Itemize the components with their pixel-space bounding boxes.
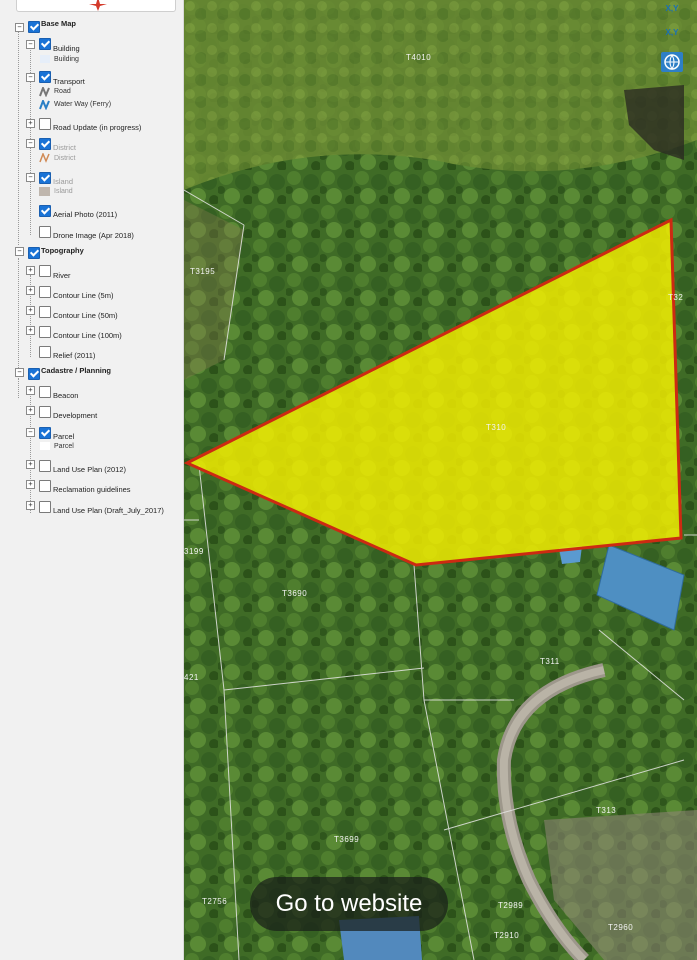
coordinate-pick-button[interactable]: X,Y — [661, 28, 683, 48]
xy-pick-icon: X,Y — [665, 28, 679, 37]
building-label: Building — [53, 44, 80, 53]
island-legend-label: Island — [54, 188, 73, 195]
contour-100m-expand-toggle[interactable]: + — [26, 326, 35, 335]
parcel-legend-label: Parcel — [54, 443, 74, 450]
reclamation-expand-toggle[interactable]: + — [26, 480, 35, 489]
compass-logo-icon — [89, 0, 107, 11]
river-checkbox[interactable] — [39, 265, 51, 277]
building-collapse-toggle[interactable]: − — [26, 40, 35, 49]
road-update-label: Road Update (in progress) — [53, 123, 142, 132]
reclamation-checkbox[interactable] — [39, 480, 51, 492]
base-map-collapse-toggle[interactable]: − — [15, 23, 24, 32]
parcel-label-t310: T310 — [486, 423, 506, 432]
district-collapse-toggle[interactable]: − — [26, 139, 35, 148]
relief-label: Relief (2011) — [53, 351, 96, 360]
district-legend-label: District — [54, 155, 76, 162]
building-checkbox[interactable] — [39, 38, 51, 50]
parcel-legend-swatch — [40, 442, 50, 450]
topography-label: Topography — [41, 246, 84, 255]
parcel-label-t311: T311 — [540, 657, 560, 666]
land-use-2012-label: Land Use Plan (2012) — [53, 465, 126, 474]
parcel-label-421: 421 — [184, 673, 199, 682]
road-legend-icon — [39, 87, 50, 97]
island-collapse-toggle[interactable]: − — [26, 173, 35, 182]
contour-50m-checkbox[interactable] — [39, 306, 51, 318]
map-view[interactable]: T4010 T3195 T310 T32 3199 T3690 T311 421… — [184, 0, 697, 960]
parcel-label-3199: 3199 — [184, 547, 204, 556]
parcel-label-t2960: T2960 — [608, 923, 633, 932]
development-label: Development — [53, 411, 98, 420]
beacon-checkbox[interactable] — [39, 386, 51, 398]
parcel-label-t313: T313 — [596, 806, 616, 815]
building-legend-label: Building — [54, 56, 79, 63]
parcel-label-t2756: T2756 — [202, 897, 227, 906]
parcel-label-t32-edge: T32 — [668, 293, 683, 302]
road-legend-label: Road — [54, 88, 71, 95]
contour-5m-checkbox[interactable] — [39, 286, 51, 298]
parcel-collapse-toggle[interactable]: − — [26, 428, 35, 437]
aerial-photo-label: Aerial Photo (2011) — [53, 210, 118, 219]
parcel-checkbox[interactable] — [39, 427, 51, 439]
contour-50m-label: Contour Line (50m) — [53, 311, 118, 320]
road-update-expand-toggle[interactable]: + — [26, 119, 35, 128]
river-label: River — [53, 271, 71, 280]
building-legend-swatch — [40, 55, 50, 63]
island-legend-swatch — [39, 187, 50, 196]
district-legend-icon — [39, 153, 50, 163]
parcel-label-t3195: T3195 — [190, 267, 215, 276]
waterway-legend-label: Water Way (Ferry) — [54, 101, 112, 108]
transport-checkbox[interactable] — [39, 71, 51, 83]
go-to-website-button[interactable]: Go to website — [250, 877, 448, 931]
road-update-checkbox[interactable] — [39, 118, 51, 130]
coordinate-tool-button[interactable]: X,Y — [661, 4, 683, 24]
base-map-label: Base Map — [41, 19, 77, 28]
parcel-label-t3690: T3690 — [282, 589, 307, 598]
cadastre-collapse-toggle[interactable]: − — [15, 368, 24, 377]
reclamation-label: Reclamation guidelines — [53, 485, 131, 494]
layer-panel: − Base Map − Building Building − Transpo… — [0, 0, 184, 960]
contour-100m-checkbox[interactable] — [39, 326, 51, 338]
district-checkbox[interactable] — [39, 138, 51, 150]
river-expand-toggle[interactable]: + — [26, 266, 35, 275]
base-map-checkbox[interactable] — [28, 21, 40, 33]
contour-5m-expand-toggle[interactable]: + — [26, 286, 35, 295]
land-use-draft-checkbox[interactable] — [39, 501, 51, 513]
parcel-label-t2910: T2910 — [494, 931, 519, 940]
aerial-map-canvas[interactable]: T4010 T3195 T310 T32 3199 T3690 T311 421… — [184, 0, 697, 960]
map-toolbar: X,Y X,Y — [661, 4, 685, 76]
cadastre-checkbox[interactable] — [28, 368, 40, 380]
beacon-label: Beacon — [53, 391, 79, 400]
globe-icon — [664, 54, 680, 71]
contour-50m-expand-toggle[interactable]: + — [26, 306, 35, 315]
land-use-draft-label: Land Use Plan (Draft_July_2017) — [53, 506, 164, 515]
xy-coordinate-icon: X,Y — [665, 4, 679, 13]
district-label: District — [53, 143, 76, 152]
island-checkbox[interactable] — [39, 172, 51, 184]
development-checkbox[interactable] — [39, 406, 51, 418]
topography-checkbox[interactable] — [28, 247, 40, 259]
beacon-expand-toggle[interactable]: + — [26, 386, 35, 395]
search-box[interactable] — [16, 0, 176, 12]
transport-label: Transport — [53, 77, 85, 86]
layer-switch-button[interactable] — [661, 52, 683, 72]
land-use-2012-checkbox[interactable] — [39, 460, 51, 472]
drone-image-checkbox[interactable] — [39, 226, 51, 238]
relief-checkbox[interactable] — [39, 346, 51, 358]
parcel-label-t2989: T2989 — [498, 901, 523, 910]
transport-collapse-toggle[interactable]: − — [26, 73, 35, 82]
waterway-legend-icon — [39, 100, 50, 110]
land-use-2012-expand-toggle[interactable]: + — [26, 460, 35, 469]
cadastre-label: Cadastre / Planning — [41, 366, 112, 375]
parcel-label-t4010: T4010 — [406, 53, 431, 62]
aerial-photo-checkbox[interactable] — [39, 205, 51, 217]
drone-image-label: Drone Image (Apr 2018) — [53, 231, 134, 240]
parcel-label: Parcel — [53, 432, 75, 441]
topography-collapse-toggle[interactable]: − — [15, 247, 24, 256]
development-expand-toggle[interactable]: + — [26, 406, 35, 415]
contour-100m-label: Contour Line (100m) — [53, 331, 122, 340]
contour-5m-label: Contour Line (5m) — [53, 291, 114, 300]
parcel-label-t3699: T3699 — [334, 835, 359, 844]
land-use-draft-expand-toggle[interactable]: + — [26, 501, 35, 510]
island-label: Island — [53, 177, 74, 186]
